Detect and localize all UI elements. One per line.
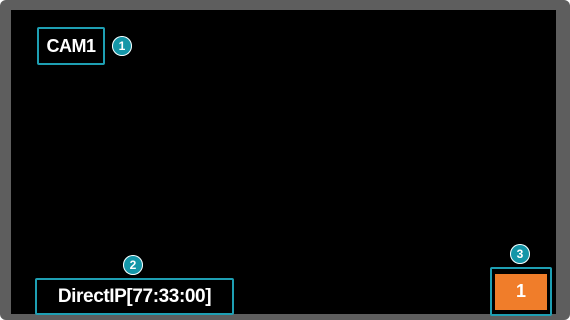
channel-number-highlight: 1: [490, 267, 552, 316]
channel-number-badge[interactable]: 1: [495, 273, 547, 310]
callout-marker-1: 1: [112, 36, 132, 56]
camera-title-highlight: CAM1: [37, 27, 105, 65]
callout-marker-3: 3: [510, 244, 530, 264]
connection-status-label: DirectIP[77:33:00]: [57, 285, 212, 307]
camera-title-label: CAM1: [46, 35, 96, 56]
connection-status-highlight: DirectIP[77:33:00]: [35, 278, 234, 315]
callout-marker-2: 2: [123, 255, 143, 275]
